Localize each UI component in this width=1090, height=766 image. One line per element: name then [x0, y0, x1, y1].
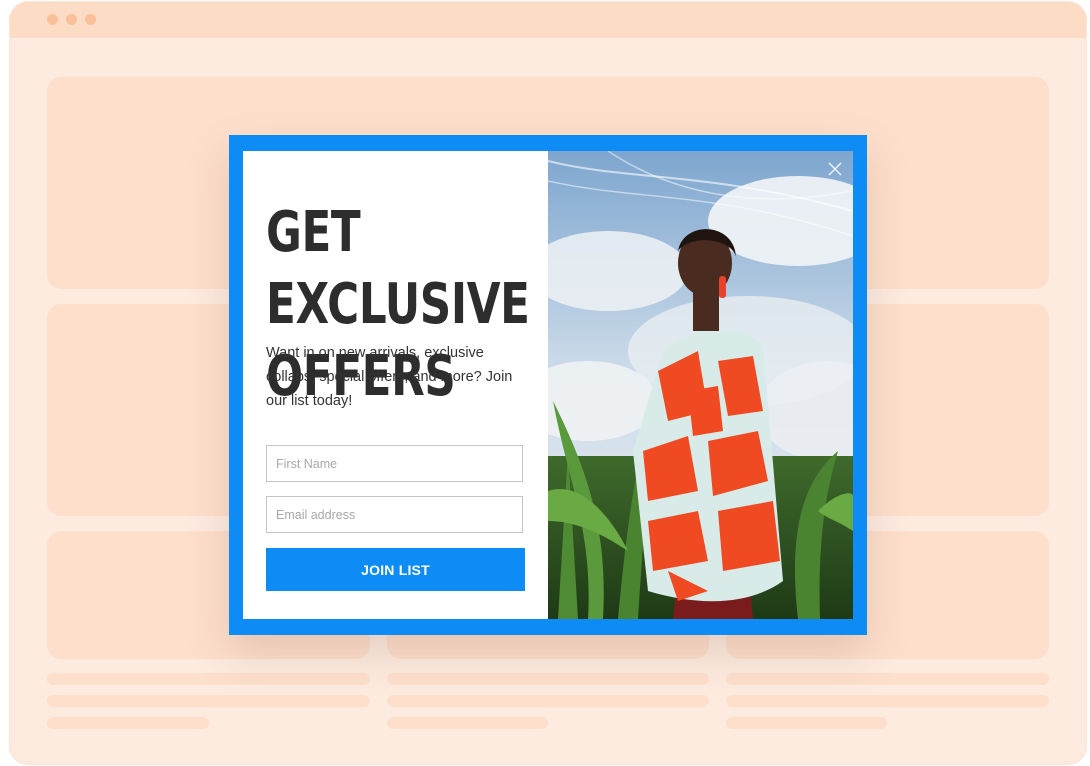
window-control-dot[interactable] [66, 14, 77, 25]
placeholder-line [726, 717, 887, 729]
placeholder-line [726, 673, 1049, 685]
join-list-button[interactable]: JOIN LIST [266, 548, 525, 591]
signup-popup: GET EXCLUSIVE OFFERS Want in on new arri… [229, 135, 867, 635]
window-control-dot[interactable] [47, 14, 58, 25]
placeholder-line [726, 695, 1049, 707]
placeholder-line [47, 717, 209, 729]
fashion-model-photo [548, 151, 853, 619]
window-titlebar [10, 2, 1086, 38]
placeholder-line [47, 695, 370, 707]
placeholder-line [387, 695, 709, 707]
popup-content: GET EXCLUSIVE OFFERS Want in on new arri… [243, 151, 853, 619]
placeholder-line [47, 673, 370, 685]
popup-description: Want in on new arrivals, exclusive colla… [266, 345, 513, 409]
close-icon[interactable] [827, 161, 843, 177]
window-control-dot[interactable] [85, 14, 96, 25]
first-name-field[interactable] [266, 445, 523, 482]
placeholder-line [387, 717, 548, 729]
placeholder-line [387, 673, 709, 685]
email-field[interactable] [266, 496, 523, 533]
